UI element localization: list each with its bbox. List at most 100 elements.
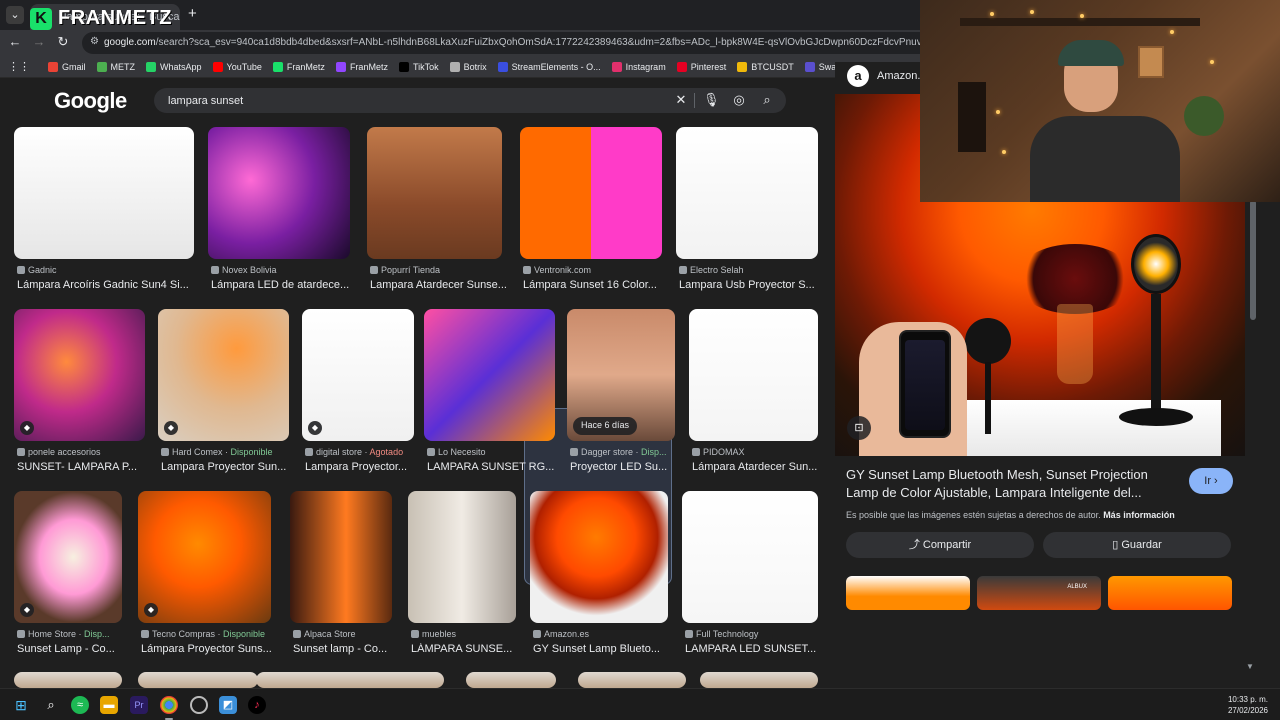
search-input[interactable] — [168, 92, 648, 109]
result-title[interactable]: Lámpara Sunset 16 Color... — [523, 279, 669, 291]
save-button[interactable]: ▯ Guardar — [1043, 532, 1231, 558]
result-source[interactable]: Tecno Compras · Disponible — [141, 629, 272, 639]
result-thumbnail[interactable] — [290, 491, 392, 623]
image-result-card[interactable]: Electro Selah Lampara Usb Proyector S... — [676, 127, 818, 299]
site-info-icon[interactable]: ⚙ — [90, 36, 99, 47]
bookmark-item[interactable]: Instagram — [611, 61, 666, 72]
image-result-card[interactable]: ◆ ponele accesorios SUNSET- LAMPARA P... — [14, 309, 145, 481]
result-title[interactable]: Lámpara LED de atardece... — [211, 279, 357, 291]
result-title[interactable]: LAMPARA LED SUNSET... — [685, 643, 825, 655]
result-thumbnail[interactable] — [408, 491, 516, 623]
snipping-tool-icon[interactable]: ◩ — [219, 696, 237, 714]
result-thumbnail[interactable]: ◆ — [138, 491, 271, 623]
related-image[interactable]: ALBUX — [977, 576, 1101, 610]
result-source[interactable]: digital store · Agotado — [305, 447, 415, 457]
bookmark-item[interactable]: BTCUSDT — [737, 61, 794, 72]
file-explorer-icon[interactable]: ▬ — [100, 696, 118, 714]
windows-start-icon[interactable]: ⊞ — [12, 696, 30, 714]
share-button[interactable]: ⤴ Compartir — [846, 532, 1034, 558]
result-thumbnail[interactable]: ◆ — [14, 491, 122, 623]
result-title[interactable]: Lampara Atardecer Sunse... — [370, 279, 509, 291]
bookmark-item[interactable]: TikTok — [398, 61, 439, 72]
more-info-link[interactable]: Más información — [1103, 510, 1175, 520]
result-source[interactable]: ponele accesorios — [17, 447, 146, 457]
preview-title[interactable]: GY Sunset Lamp Bluetooth Mesh, Sunset Pr… — [846, 466, 1176, 502]
result-title[interactable]: Proyector LED Su... — [570, 461, 682, 473]
clear-icon[interactable]: ✕ — [673, 92, 689, 108]
result-source[interactable]: muebles — [411, 629, 517, 639]
image-result-card[interactable]: Ventronik.com Lámpara Sunset 16 Color... — [520, 127, 662, 299]
result-source[interactable]: Popurrí Tienda — [370, 265, 503, 275]
image-result-card[interactable]: muebles LÁMPARA SUNSE... — [408, 491, 516, 663]
result-thumbnail[interactable] — [689, 309, 818, 441]
spotify-icon[interactable]: ≈ — [71, 696, 89, 714]
result-thumbnail[interactable] — [208, 127, 350, 259]
tiktok-icon[interactable]: ♪ — [248, 696, 266, 714]
result-source[interactable]: Ventronik.com — [523, 265, 663, 275]
result-title[interactable]: LÁMPARA SUNSE... — [411, 643, 523, 655]
result-thumbnail[interactable]: Hace 6 días — [567, 309, 675, 441]
result-title[interactable]: Lámpara Arcoíris Gadnic Sun4 Si... — [17, 279, 201, 291]
bookmark-item[interactable]: Pinterest — [676, 61, 726, 72]
result-source[interactable]: Gadnic — [17, 265, 195, 275]
result-title[interactable]: Lampara Proyector... — [305, 461, 421, 473]
result-thumbnail[interactable] — [530, 491, 668, 623]
forward-icon[interactable]: → — [30, 34, 48, 49]
image-result-card[interactable]: Gadnic Lámpara Arcoíris Gadnic Sun4 Si... — [14, 127, 194, 299]
lens-search-icon[interactable]: ⊡ — [847, 416, 871, 440]
result-thumbnail[interactable]: ◆ — [158, 309, 289, 441]
result-title[interactable]: Lampara Usb Proyector S... — [679, 279, 825, 291]
search-icon[interactable]: ⌕ — [42, 696, 60, 714]
result-title[interactable]: Sunset Lamp - Co... — [17, 643, 129, 655]
result-thumbnail[interactable] — [466, 672, 556, 688]
result-thumbnail[interactable] — [424, 309, 555, 441]
result-source[interactable]: Alpaca Store — [293, 629, 393, 639]
back-icon[interactable]: ← — [6, 34, 24, 49]
premiere-pro-icon[interactable]: Pr — [130, 696, 148, 714]
panel-scrollbar[interactable] — [1250, 200, 1256, 320]
lens-camera-icon[interactable]: ◎ — [731, 92, 747, 108]
bookmark-item[interactable]: FranMetz — [335, 61, 388, 72]
result-title[interactable]: Sunset lamp - Co... — [293, 643, 399, 655]
search-icon[interactable]: ⌕ — [759, 92, 775, 108]
bookmark-item[interactable]: Gmail — [48, 61, 86, 72]
image-result-card[interactable]: Hace 6 días Dagger store · Disp... Proyect… — [567, 309, 675, 481]
result-source[interactable]: PIDOMAX — [692, 447, 819, 457]
bookmark-item[interactable]: YouTube — [212, 61, 262, 72]
image-result-card[interactable]: Lo Necesito LAMPARA SUNSET RG... — [424, 309, 555, 481]
bookmark-item[interactable]: WhatsApp — [146, 61, 202, 72]
result-thumbnail[interactable] — [676, 127, 818, 259]
result-thumbnail[interactable] — [700, 672, 818, 688]
google-logo[interactable]: Google — [54, 88, 127, 114]
result-source[interactable]: Electro Selah — [679, 265, 819, 275]
result-title[interactable]: GY Sunset Lamp Blueto... — [533, 643, 675, 655]
address-bar[interactable]: ⚙ google.com/search?sca_esv=940ca1d8bdb4… — [82, 32, 920, 54]
new-tab-button[interactable]: + — [188, 5, 197, 22]
go-button[interactable]: Ir › — [1189, 468, 1233, 494]
result-source[interactable]: Hard Comex · Disponible — [161, 447, 290, 457]
image-result-card[interactable]: Popurrí Tienda Lampara Atardecer Sunse... — [367, 127, 507, 299]
microphone-icon[interactable]: 🎙 — [703, 92, 720, 108]
result-source[interactable]: Full Technology — [685, 629, 819, 639]
image-result-card[interactable]: ◆ Home Store · Disp... Sunset Lamp - Co... — [14, 491, 122, 663]
system-clock[interactable]: 10:33 p. m. 27/02/2026 — [1228, 694, 1268, 716]
bookmark-item[interactable]: FranMetz — [272, 61, 325, 72]
result-title[interactable]: LAMPARA SUNSET RG... — [427, 461, 562, 473]
result-thumbnail[interactable] — [14, 672, 122, 688]
tab-search-chevron-icon[interactable]: ⌄ — [6, 6, 24, 24]
result-title[interactable]: Lámpara Atardecer Sun... — [692, 461, 825, 473]
bookmark-item[interactable]: StreamElements - O... — [497, 61, 601, 72]
image-result-card[interactable]: Alpaca Store Sunset lamp - Co... — [290, 491, 392, 663]
result-source[interactable]: Amazon.es — [533, 629, 669, 639]
image-result-card[interactable]: ◆ digital store · Agotado Lampara Proyecto… — [302, 309, 414, 481]
result-thumbnail[interactable]: ◆ — [14, 309, 145, 441]
image-result-card[interactable]: Full Technology LAMPARA LED SUNSET... — [682, 491, 818, 663]
result-source[interactable]: Dagger store · Disp... — [570, 447, 676, 457]
result-thumbnail[interactable] — [520, 127, 662, 259]
image-result-card[interactable]: Amazon.es GY Sunset Lamp Blueto... — [530, 491, 668, 663]
chrome-icon[interactable] — [160, 696, 178, 714]
bookmark-item[interactable]: Botrix — [449, 61, 487, 72]
result-thumbnail[interactable] — [138, 672, 258, 688]
image-result-card[interactable]: ◆ Hard Comex · Disponible Lampara Proyecto… — [158, 309, 289, 481]
result-thumbnail[interactable] — [682, 491, 818, 623]
